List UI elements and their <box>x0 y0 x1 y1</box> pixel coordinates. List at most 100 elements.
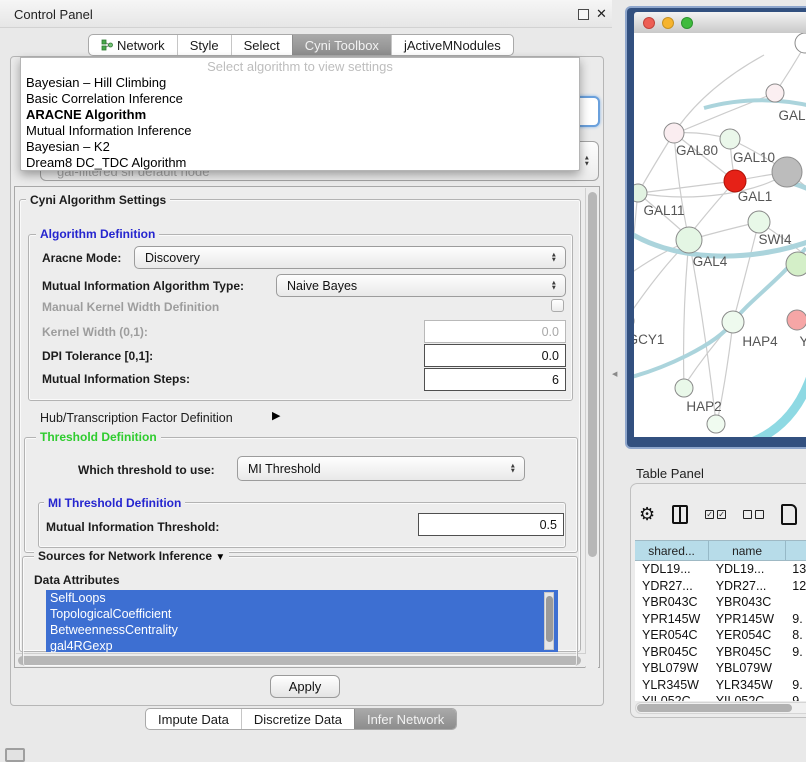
mi-steps-field[interactable]: 6 <box>424 368 566 391</box>
table-cell[interactable]: YIL052C <box>635 693 709 701</box>
algorithm-popup-item[interactable]: Basic Correlation Inference <box>21 91 579 107</box>
table-cell[interactable]: YDR27... <box>635 578 709 595</box>
table-row[interactable]: YIL052CYIL052C9 <box>635 693 806 701</box>
network-edge[interactable] <box>704 100 806 108</box>
network-node-right-green[interactable] <box>786 252 806 276</box>
algorithm-popup-item[interactable]: ARACNE Algorithm <box>21 107 579 123</box>
tab-style[interactable]: Style <box>177 35 231 55</box>
table-cell[interactable]: YDR27... <box>709 578 786 595</box>
tab-impute-data[interactable]: Impute Data <box>146 709 241 729</box>
algorithm-popup-item[interactable]: Bayesian – Hill Climbing <box>21 75 579 91</box>
table-row[interactable]: YBR045CYBR045C9. <box>635 644 806 661</box>
mi-type-combobox[interactable]: Naive Bayes ▲▼ <box>276 274 566 297</box>
network-window-titlebar[interactable] <box>634 12 806 33</box>
manual-kernel-checkbox[interactable] <box>551 299 564 312</box>
settings-vertical-scrollbar[interactable] <box>585 188 598 668</box>
algorithm-popup-item[interactable]: Mutual Information Inference <box>21 123 579 139</box>
attribute-list-item[interactable]: gal4RGexp <box>46 638 558 652</box>
network-node-GAL10[interactable] <box>720 129 740 149</box>
network-canvas[interactable]: GALGAL80GAL10GAL11SWI4GAL4GCY1HAP4YHAP2G… <box>634 33 806 437</box>
scrollbar-thumb[interactable] <box>637 704 792 712</box>
collapse-arrow-icon[interactable]: ▼ <box>215 552 225 563</box>
list-vertical-scrollbar[interactable] <box>544 592 554 650</box>
table-cell[interactable]: YBL079W <box>709 660 786 677</box>
network-edge[interactable] <box>749 363 806 437</box>
table-cell[interactable]: YBR045C <box>709 644 786 661</box>
dpi-tolerance-field[interactable]: 0.0 <box>424 344 566 367</box>
table-row[interactable]: YER054CYER054C8. <box>635 627 806 644</box>
network-edge[interactable] <box>640 181 735 193</box>
network-edge[interactable] <box>634 248 682 321</box>
table-row[interactable]: YBR043CYBR043C <box>635 594 806 611</box>
network-graph[interactable]: GALGAL80GAL10GAL11SWI4GAL4GCY1HAP4YHAP2G… <box>634 33 806 437</box>
tab-jactivemnodules[interactable]: jActiveMNodules <box>391 35 513 55</box>
network-node-gal-cut[interactable] <box>766 84 784 102</box>
scrollbar-thumb[interactable] <box>588 192 597 557</box>
table-column-header[interactable]: shared... <box>635 541 709 560</box>
network-node-GAL80[interactable] <box>664 123 684 143</box>
close-traffic-light-icon[interactable] <box>643 17 655 29</box>
network-node-bottom-node[interactable] <box>707 415 725 433</box>
algorithm-popup-item[interactable]: Bayesian – K2 <box>21 139 579 155</box>
network-node-gray-node[interactable] <box>772 157 802 187</box>
network-node-top-right[interactable] <box>795 33 806 53</box>
attribute-list-item[interactable]: TopologicalCoefficient <box>46 606 558 622</box>
table-cell[interactable]: 13 <box>785 561 806 578</box>
network-node-GAL11[interactable] <box>634 184 647 202</box>
mi-threshold-field[interactable]: 0.5 <box>418 513 564 536</box>
data-attributes-list[interactable]: SelfLoopsTopologicalCoefficientBetweenne… <box>46 590 558 652</box>
table-cell[interactable] <box>785 594 806 611</box>
select-all-icon[interactable]: ✓✓ <box>705 510 726 519</box>
table-row[interactable]: YLR345WYLR345W9. <box>635 677 806 694</box>
table-cell[interactable]: 9 <box>785 693 806 701</box>
columns-icon[interactable] <box>672 505 688 524</box>
table-cell[interactable]: YBR045C <box>635 644 709 661</box>
document-icon[interactable] <box>781 504 797 525</box>
network-node-HAP4[interactable] <box>722 311 744 333</box>
minimized-panel-icon[interactable] <box>5 748 25 762</box>
table-cell[interactable]: 8. <box>785 627 806 644</box>
table-row[interactable]: YDL19...YDL19...13 <box>635 561 806 578</box>
network-node-pink-right[interactable] <box>787 310 806 330</box>
scrollbar-thumb[interactable] <box>546 596 553 642</box>
table-cell[interactable]: YPR145W <box>635 611 709 628</box>
table-row[interactable]: YDR27...YDR27...12 <box>635 578 806 595</box>
tab-discretize-data[interactable]: Discretize Data <box>241 709 354 729</box>
table-row[interactable]: YPR145WYPR145W9. <box>635 611 806 628</box>
expand-arrow-icon[interactable]: ▶ <box>272 409 280 422</box>
table-cell[interactable]: YIL052C <box>709 693 786 701</box>
table-column-header[interactable] <box>786 541 806 560</box>
table-cell[interactable]: YBL079W <box>635 660 709 677</box>
gear-icon[interactable]: ⚙ <box>639 505 655 523</box>
table-cell[interactable]: YER054C <box>709 627 786 644</box>
float-window-icon[interactable] <box>578 9 589 20</box>
table-column-header[interactable]: name <box>709 541 786 560</box>
tab-cyni-toolbox[interactable]: Cyni Toolbox <box>292 35 391 55</box>
network-node-SWI4[interactable] <box>748 211 770 233</box>
table-cell[interactable]: 9. <box>785 644 806 661</box>
zoom-traffic-light-icon[interactable] <box>681 17 693 29</box>
kernel-width-field[interactable]: 0.0 <box>424 320 566 343</box>
network-edge[interactable] <box>674 55 764 133</box>
table-cell[interactable]: YBR043C <box>709 594 786 611</box>
tab-network[interactable]: Network <box>89 35 177 55</box>
which-threshold-combobox[interactable]: MI Threshold ▲▼ <box>237 456 525 481</box>
minimize-traffic-light-icon[interactable] <box>662 17 674 29</box>
close-icon[interactable]: ✕ <box>596 6 607 22</box>
table-cell[interactable]: 9. <box>785 677 806 694</box>
tab-select[interactable]: Select <box>231 35 292 55</box>
table-cell[interactable]: YDL19... <box>709 561 786 578</box>
table-cell[interactable]: 9. <box>785 611 806 628</box>
table-cell[interactable]: YLR345W <box>709 677 786 694</box>
aracne-mode-combobox[interactable]: Discovery ▲▼ <box>134 246 566 269</box>
attribute-list-item[interactable]: SelfLoops <box>46 590 558 606</box>
network-edge[interactable] <box>684 240 689 388</box>
attribute-list-item[interactable]: BetweennessCentrality <box>46 622 558 638</box>
network-node-HAP2[interactable] <box>675 379 693 397</box>
table-row[interactable]: YBL079WYBL079W <box>635 660 806 677</box>
table-cell[interactable]: YLR345W <box>635 677 709 694</box>
table-cell[interactable]: YPR145W <box>709 611 786 628</box>
algorithm-popup-item[interactable]: Dream8 DC_TDC Algorithm <box>21 155 579 171</box>
table-cell[interactable] <box>785 660 806 677</box>
panel-collapse-arrow-icon[interactable]: ◀ <box>612 370 617 378</box>
